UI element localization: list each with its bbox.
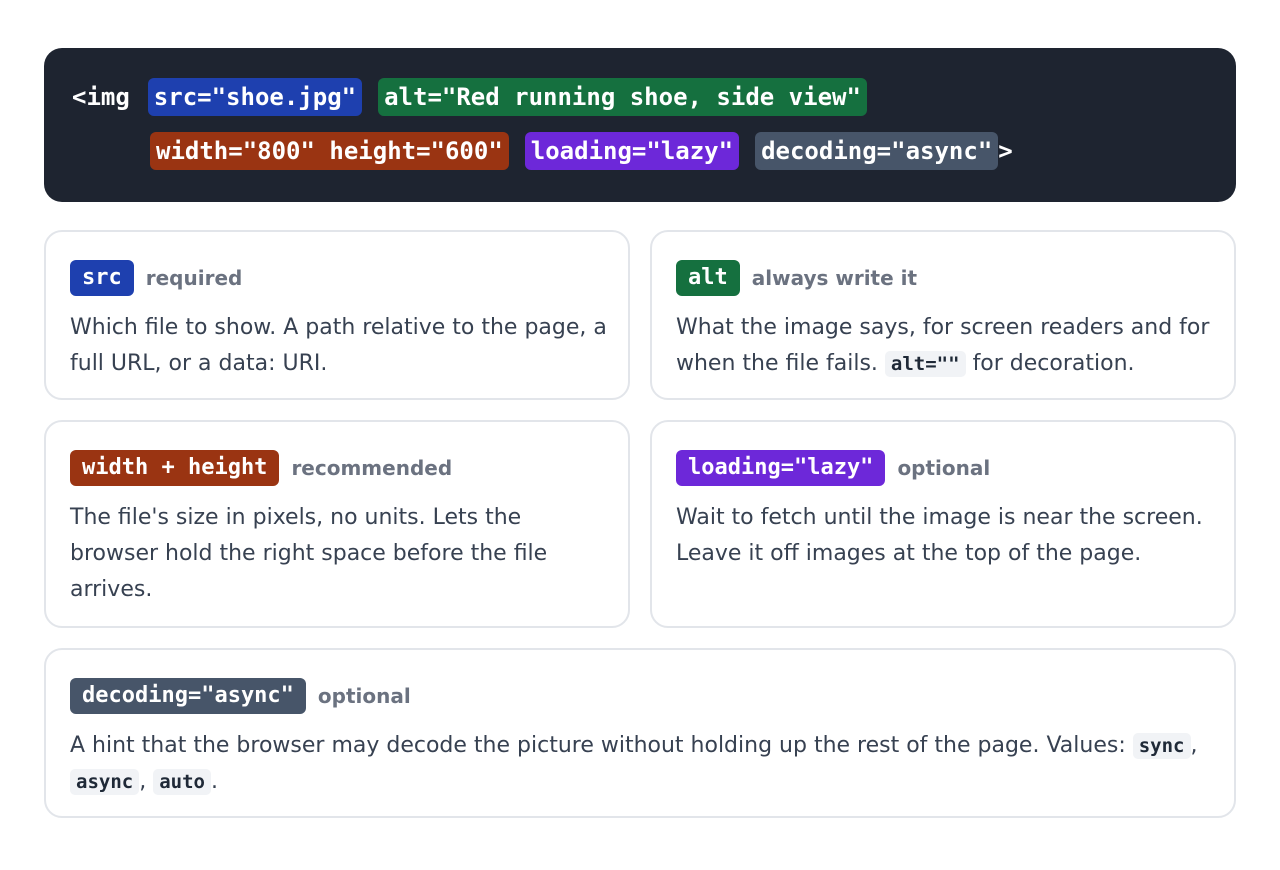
loading-attribute: loading="lazy" <box>524 132 740 170</box>
src-attribute: src="shoe.jpg" <box>147 78 363 116</box>
alt-card-header: alt always write it <box>676 260 917 296</box>
decoding-attribute: decoding="async" <box>755 132 999 170</box>
loading-requirement: optional <box>897 456 991 480</box>
src-card-header: src required <box>70 260 242 296</box>
loading-tag: loading="lazy" <box>676 450 886 486</box>
size-requirement: recommended <box>291 456 453 480</box>
alt-attribute: alt="Red running shoe, side view" <box>378 78 867 116</box>
size-card-header: width + height recommended <box>70 450 452 486</box>
code-line-2: width="800" height="600" loading="lazy" de… <box>150 132 1013 170</box>
loading-card-header: loading="lazy" optional <box>676 450 990 486</box>
decoding-card-header: decoding="async" optional <box>70 678 411 714</box>
alt-description: What the image says, for screen readers … <box>676 310 1214 382</box>
decoding-value-sync: sync <box>1132 733 1191 759</box>
alt-description-end: for decoration. <box>972 351 1135 376</box>
loading-card: loading="lazy" optional Wait to fetch un… <box>650 420 1236 628</box>
size-attribute: width="800" height="600" <box>150 132 509 170</box>
alt-requirement: always write it <box>751 266 918 290</box>
decoding-value-auto: auto <box>153 769 211 795</box>
decoding-description: A hint that the browser may decode the p… <box>70 728 1214 800</box>
decoding-tag: decoding="async" <box>70 678 306 714</box>
code-example-panel: <img src="shoe.jpg" alt="Red running shoe,… <box>44 48 1236 202</box>
decoding-description-text: A hint that the browser may decode the p… <box>70 733 1126 758</box>
alt-card: alt always write it What the image says,… <box>650 230 1236 400</box>
decoding-card: decoding="async" optional A hint that th… <box>44 648 1236 818</box>
alt-tag: alt <box>676 260 740 296</box>
size-tag: width + height <box>70 450 280 486</box>
size-card: width + height recommended The file's si… <box>44 420 630 628</box>
decoding-value-async: async <box>70 769 140 795</box>
src-description: Which file to show. A path relative to t… <box>70 315 607 376</box>
decoding-separator: , <box>139 769 147 794</box>
decoding-separator: , <box>1190 733 1198 758</box>
img-tag-close: > <box>998 137 1013 165</box>
decoding-end: . <box>210 769 218 794</box>
alt-empty-code: alt="" <box>884 351 966 377</box>
src-card: src required Which file to show. A path … <box>44 230 630 400</box>
img-tag-open: <img <box>72 83 130 111</box>
size-description: The file's size in pixels, no units. Let… <box>70 505 548 602</box>
loading-description: Wait to fetch until the image is near th… <box>676 505 1203 566</box>
decoding-requirement: optional <box>317 684 411 708</box>
code-line-1: <img src="shoe.jpg" alt="Red running shoe,… <box>72 78 867 116</box>
src-tag: src <box>70 260 134 296</box>
src-requirement: required <box>145 266 243 290</box>
